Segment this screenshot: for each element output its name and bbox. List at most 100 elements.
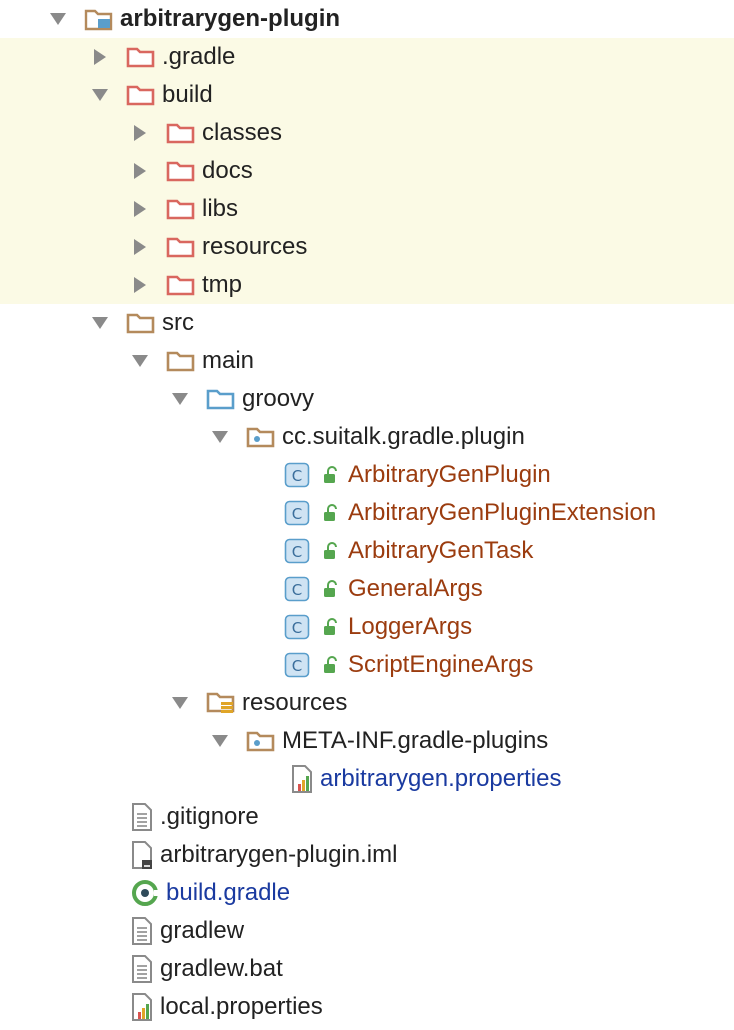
- excluded-folder-icon: [166, 160, 196, 182]
- chevron-down-icon[interactable]: [168, 691, 192, 715]
- groovy-class-icon: C: [284, 538, 310, 564]
- properties-file-icon: [290, 764, 314, 794]
- tree-node-build-resources[interactable]: resources: [0, 228, 734, 266]
- tree-node-arbitrarygen-plugin[interactable]: arbitrarygen-plugin: [0, 0, 734, 38]
- excluded-folder-icon: [166, 274, 196, 296]
- svg-text:C: C: [292, 581, 302, 599]
- tree-node-label: gradlew.bat: [160, 955, 283, 982]
- tree-node-label: tmp: [202, 271, 243, 298]
- tree-node-docs[interactable]: docs: [0, 152, 734, 190]
- tree-node-class-arbitrarygenpluginextension[interactable]: C ArbitraryGenPluginExtension: [0, 494, 734, 532]
- package-icon: [246, 730, 276, 752]
- tree-node-file-iml[interactable]: arbitrarygen-plugin.iml: [0, 836, 734, 874]
- gradle-file-icon: [130, 878, 160, 908]
- lock-open-icon: [322, 617, 340, 637]
- chevron-right-icon[interactable]: [128, 197, 152, 221]
- excluded-folder-icon: [126, 84, 156, 106]
- tree-node-libs[interactable]: libs: [0, 190, 734, 228]
- tree-node-label: arbitrarygen-plugin.iml: [160, 841, 398, 868]
- tree-node-label: gradlew: [160, 917, 245, 944]
- tree-node-main-resources[interactable]: resources: [0, 684, 734, 722]
- text-file-icon: [130, 954, 154, 984]
- properties-file-icon: [130, 992, 154, 1022]
- tree-node-label: ArbitraryGenPluginExtension: [348, 499, 657, 526]
- excluded-folder-icon: [166, 236, 196, 258]
- tree-node-label: docs: [202, 157, 253, 184]
- chevron-down-icon[interactable]: [208, 425, 232, 449]
- groovy-class-icon: C: [284, 462, 310, 488]
- tree-node-classes[interactable]: classes: [0, 114, 734, 152]
- chevron-right-icon[interactable]: [128, 159, 152, 183]
- tree-node-label: cc.suitalk.gradle.plugin: [282, 423, 525, 450]
- chevron-down-icon[interactable]: [128, 349, 152, 373]
- tree-node-groovy[interactable]: groovy: [0, 380, 734, 418]
- chevron-right-icon[interactable]: [128, 121, 152, 145]
- project-tree: arbitrarygen-plugin .gradle build classe…: [0, 0, 734, 1030]
- tree-node-main[interactable]: main: [0, 342, 734, 380]
- svg-text:C: C: [292, 543, 302, 561]
- chevron-down-icon[interactable]: [88, 83, 112, 107]
- tree-node-file-gradlew[interactable]: gradlew: [0, 912, 734, 950]
- tree-node-label: arbitrarygen-plugin: [120, 5, 341, 32]
- folder-icon: [166, 350, 196, 372]
- folder-icon: [126, 312, 156, 334]
- tree-node-label: resources: [202, 233, 308, 260]
- tree-node-package-meta-inf[interactable]: META-INF.gradle-plugins: [0, 722, 734, 760]
- tree-node-label: .gradle: [162, 43, 236, 70]
- excluded-folder-icon: [166, 198, 196, 220]
- tree-node-label: .gitignore: [160, 803, 259, 830]
- tree-node-label: ScriptEngineArgs: [348, 651, 534, 678]
- tree-node-build[interactable]: build: [0, 76, 734, 114]
- tree-node-label: META-INF.gradle-plugins: [282, 727, 549, 754]
- tree-node-class-arbitrarygenplugin[interactable]: C ArbitraryGenPlugin: [0, 456, 734, 494]
- tree-node-label: LoggerArgs: [348, 613, 473, 640]
- tree-node-label: classes: [202, 119, 283, 146]
- lock-open-icon: [322, 579, 340, 599]
- groovy-class-icon: C: [284, 576, 310, 602]
- groovy-class-icon: C: [284, 500, 310, 526]
- lock-open-icon: [322, 503, 340, 523]
- tree-node-file-gradlew-bat[interactable]: gradlew.bat: [0, 950, 734, 988]
- tree-node-gradle[interactable]: .gradle: [0, 38, 734, 76]
- tree-node-label: resources: [242, 689, 348, 716]
- tree-node-tmp[interactable]: tmp: [0, 266, 734, 304]
- tree-node-class-generalargs[interactable]: C GeneralArgs: [0, 570, 734, 608]
- text-file-icon: [130, 916, 154, 946]
- tree-node-package-plugin[interactable]: cc.suitalk.gradle.plugin: [0, 418, 734, 456]
- tree-node-class-arbitrarygentask[interactable]: C ArbitraryGenTask: [0, 532, 734, 570]
- tree-node-file-arbitrarygen-properties[interactable]: arbitrarygen.properties: [0, 760, 734, 798]
- chevron-down-icon[interactable]: [46, 7, 70, 31]
- lock-open-icon: [322, 465, 340, 485]
- chevron-down-icon[interactable]: [168, 387, 192, 411]
- svg-text:C: C: [292, 467, 302, 485]
- tree-node-file-build-gradle[interactable]: build.gradle: [0, 874, 734, 912]
- groovy-class-icon: C: [284, 614, 310, 640]
- tree-node-label: src: [162, 309, 194, 336]
- tree-node-file-gitignore[interactable]: .gitignore: [0, 798, 734, 836]
- resources-root-folder-icon: [206, 691, 236, 715]
- text-file-icon: [130, 802, 154, 832]
- package-icon: [246, 426, 276, 448]
- tree-node-label: build: [162, 81, 213, 108]
- tree-node-class-scriptengineargs[interactable]: C ScriptEngineArgs: [0, 646, 734, 684]
- excluded-folder-icon: [166, 122, 196, 144]
- tree-node-class-loggerargs[interactable]: C LoggerArgs: [0, 608, 734, 646]
- svg-text:C: C: [292, 505, 302, 523]
- iml-file-icon: [130, 840, 154, 870]
- tree-node-file-local-properties[interactable]: local.properties: [0, 988, 734, 1026]
- chevron-down-icon[interactable]: [88, 311, 112, 335]
- tree-node-label: local.properties: [160, 993, 323, 1020]
- tree-node-label: ArbitraryGenTask: [348, 537, 534, 564]
- tree-node-label: libs: [202, 195, 239, 222]
- chevron-right-icon[interactable]: [128, 273, 152, 297]
- tree-node-label: arbitrarygen.properties: [320, 765, 562, 792]
- svg-text:C: C: [292, 657, 302, 675]
- module-folder-icon: [84, 7, 114, 31]
- chevron-right-icon[interactable]: [88, 45, 112, 69]
- chevron-down-icon[interactable]: [208, 729, 232, 753]
- lock-open-icon: [322, 541, 340, 561]
- tree-node-src[interactable]: src: [0, 304, 734, 342]
- chevron-right-icon[interactable]: [128, 235, 152, 259]
- tree-node-label: GeneralArgs: [348, 575, 483, 602]
- groovy-class-icon: C: [284, 652, 310, 678]
